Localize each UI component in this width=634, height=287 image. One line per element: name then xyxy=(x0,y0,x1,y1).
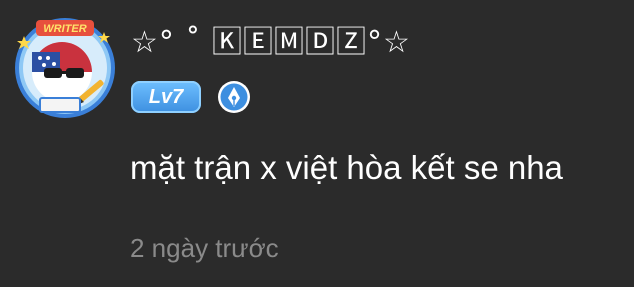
level-badge: Lv7 xyxy=(131,81,201,113)
avatar[interactable]: WRITER xyxy=(10,10,120,120)
comment-item: WRITER ☆° ˚ 🄺🄴🄼🄳🅉°☆ Lv7 mặt trận x việt … xyxy=(0,0,634,287)
comment-timestamp: 2 ngày trước xyxy=(130,233,279,263)
comment-text: mặt trận x việt hòa kết se nha xyxy=(130,149,563,186)
avatar-frame-icon: WRITER xyxy=(15,18,115,118)
username[interactable]: ☆° ˚ 🄺🄴🄼🄳🅉°☆ xyxy=(131,21,411,65)
svg-text:WRITER: WRITER xyxy=(43,23,86,35)
pen-nib-icon xyxy=(217,80,251,114)
user-badges: Lv7 xyxy=(131,80,251,114)
